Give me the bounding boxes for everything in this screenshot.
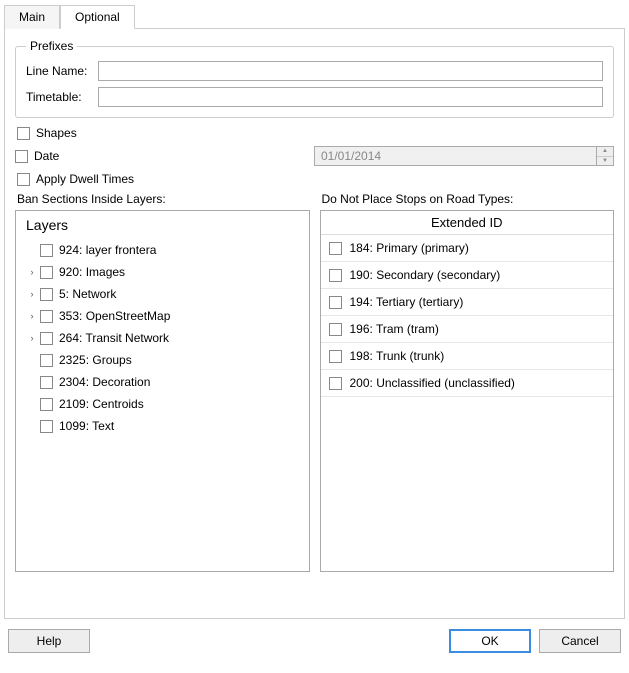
road-type-label: 198: Trunk (trunk) [350,349,445,363]
shapes-label: Shapes [36,126,77,140]
road-type-row[interactable]: 184: Primary (primary) [321,235,614,262]
layer-label: 2109: Centroids [59,395,144,413]
layer-label: 264: Transit Network [59,329,169,347]
layer-label: 2304: Decoration [59,373,150,391]
button-bar: Help OK Cancel [4,619,625,657]
layer-row[interactable]: › 353: OpenStreetMap [20,305,309,327]
layers-header: Layers [20,215,309,239]
line-name-input[interactable] [98,61,603,81]
layer-checkbox[interactable] [40,266,53,279]
date-spin-down[interactable]: ▼ [597,157,613,166]
layer-row[interactable]: › 5: Network [20,283,309,305]
apply-dwell-label: Apply Dwell Times [36,172,134,186]
road-type-checkbox[interactable] [329,242,342,255]
layer-checkbox[interactable] [40,332,53,345]
layer-row[interactable]: › 264: Transit Network [20,327,309,349]
road-type-label: 200: Unclassified (unclassified) [350,376,515,390]
road-type-row[interactable]: 200: Unclassified (unclassified) [321,370,614,397]
layer-checkbox[interactable] [40,310,53,323]
layer-label: 920: Images [59,263,125,281]
help-button[interactable]: Help [8,629,90,653]
layer-label: 353: OpenStreetMap [59,307,170,325]
dialog: Main Optional Prefixes Line Name: Timeta… [0,0,629,661]
layer-row[interactable]: 924: layer frontera [20,239,309,261]
layer-label: 2325: Groups [59,351,132,369]
road-type-checkbox[interactable] [329,350,342,363]
layer-checkbox[interactable] [40,288,53,301]
layers-listbox[interactable]: Layers 924: layer frontera › 920: Images › 5… [15,210,310,572]
road-type-checkbox[interactable] [329,323,342,336]
extended-id-header: Extended ID [321,211,614,235]
line-name-label: Line Name: [26,64,98,78]
tab-bar: Main Optional [4,4,625,29]
date-input[interactable]: 01/01/2014 [314,146,597,166]
road-type-checkbox[interactable] [329,269,342,282]
road-type-checkbox[interactable] [329,377,342,390]
date-spinner: ▲ ▼ [597,146,614,166]
tab-main[interactable]: Main [4,5,60,29]
timetable-input[interactable] [98,87,603,107]
ban-sections-label: Ban Sections Inside Layers: [15,192,310,206]
road-type-checkbox[interactable] [329,296,342,309]
layer-checkbox[interactable] [40,398,53,411]
road-type-row[interactable]: 194: Tertiary (tertiary) [321,289,614,316]
layer-checkbox[interactable] [40,376,53,389]
layer-row[interactable]: 2325: Groups [20,349,309,371]
layer-checkbox[interactable] [40,354,53,367]
road-type-row[interactable]: 198: Trunk (trunk) [321,343,614,370]
tree-expander-icon[interactable]: › [26,285,38,303]
tree-expander-icon[interactable]: › [26,329,38,347]
layer-checkbox[interactable] [40,420,53,433]
road-type-label: 190: Secondary (secondary) [350,268,501,282]
prefixes-legend: Prefixes [26,39,77,53]
road-type-label: 194: Tertiary (tertiary) [350,295,464,309]
road-type-label: 196: Tram (tram) [350,322,439,336]
cancel-button[interactable]: Cancel [539,629,621,653]
date-spin-up[interactable]: ▲ [597,147,613,157]
road-type-row[interactable]: 190: Secondary (secondary) [321,262,614,289]
road-type-row[interactable]: 196: Tram (tram) [321,316,614,343]
timetable-label: Timetable: [26,90,98,104]
date-checkbox[interactable] [15,150,28,163]
tree-expander-icon[interactable]: › [26,307,38,325]
layer-row[interactable]: 1099: Text [20,415,309,437]
shapes-checkbox[interactable] [17,127,30,140]
layer-row[interactable]: › 920: Images [20,261,309,283]
road-type-label: 184: Primary (primary) [350,241,469,255]
tree-expander-icon[interactable]: › [26,263,38,281]
tab-content-optional: Prefixes Line Name: Timetable: Shapes Da… [4,29,625,619]
layer-label: 1099: Text [59,417,114,435]
layer-label: 5: Network [59,285,116,303]
layer-label: 924: layer frontera [59,241,156,259]
road-types-label: Do Not Place Stops on Road Types: [320,192,615,206]
ok-button[interactable]: OK [449,629,531,653]
layer-row[interactable]: 2109: Centroids [20,393,309,415]
tab-optional[interactable]: Optional [60,5,135,29]
apply-dwell-checkbox[interactable] [17,173,30,186]
layer-checkbox[interactable] [40,244,53,257]
date-label: Date [34,149,59,163]
prefixes-group: Prefixes Line Name: Timetable: [15,39,614,118]
road-types-listbox[interactable]: Extended ID 184: Primary (primary) 190: S… [320,210,615,572]
layer-row[interactable]: 2304: Decoration [20,371,309,393]
